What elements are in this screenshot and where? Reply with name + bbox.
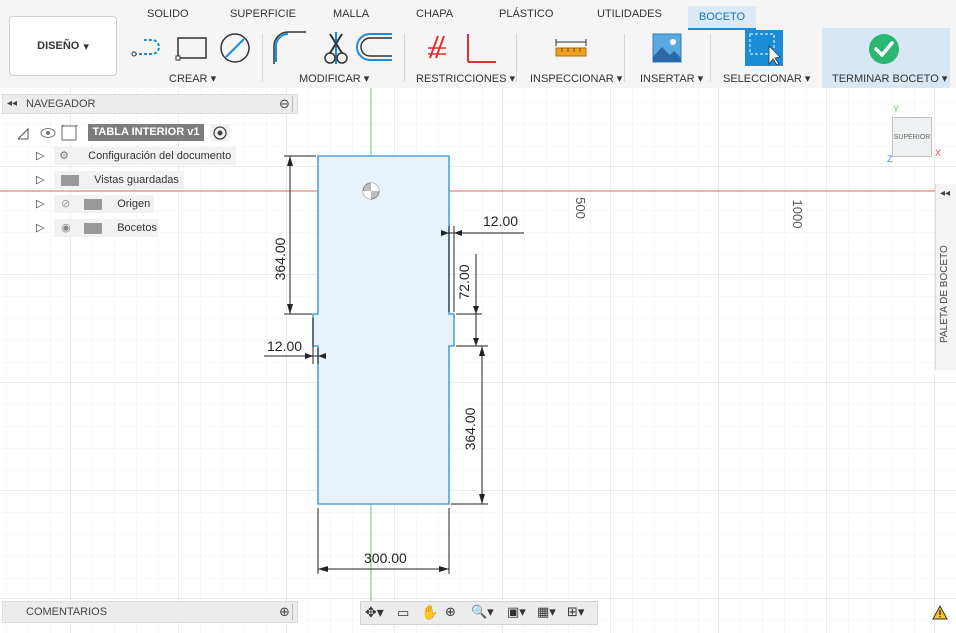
pan-hand-icon[interactable]: ✋: [421, 604, 438, 621]
perpendicular-constraint-icon[interactable]: [467, 34, 496, 63]
separator: [404, 34, 405, 82]
chevron-down-icon: ▾: [83, 40, 89, 53]
design-workspace-button[interactable]: DISEÑO ▾: [9, 16, 117, 76]
dimension-notch-height[interactable]: 72.00: [444, 264, 484, 299]
modify-tools: [273, 31, 392, 64]
group-inspeccionar[interactable]: INSPECCIONAR ▾: [530, 72, 622, 85]
group-modificar[interactable]: MODIFICAR ▾: [299, 72, 369, 85]
ruler-label-500: 500: [573, 197, 589, 219]
grid-settings-icon[interactable]: ▦▾: [537, 604, 556, 620]
viewports-icon[interactable]: ⊞▾: [567, 604, 584, 620]
origin-point-icon[interactable]: [362, 182, 380, 200]
fillet-icon[interactable]: [273, 31, 306, 64]
group-restricciones[interactable]: RESTRICCIONES ▾: [416, 72, 515, 85]
view-cube-z-axis: Z: [887, 154, 893, 164]
create-tools: [131, 33, 250, 63]
warning-icon[interactable]: [932, 605, 948, 620]
board-profile[interactable]: [312, 155, 455, 505]
tree-item-configuracion[interactable]: ▷ ⚙ Configuración del documento: [36, 149, 231, 162]
divider: [292, 96, 293, 112]
eye-icon: ◉: [61, 222, 71, 234]
tab-superficie[interactable]: SUPERFICIE: [230, 8, 296, 20]
tab-boceto[interactable]: BOCETO: [688, 6, 756, 30]
tree-item-bocetos[interactable]: ▷ ◉ Bocetos: [36, 221, 157, 234]
rectangle-icon[interactable]: [175, 37, 207, 61]
dimension-left-notch[interactable]: 12.00: [267, 338, 302, 354]
navigator-title: NAVEGADOR: [26, 98, 96, 110]
tree-root[interactable]: [16, 122, 88, 148]
sketch-geometry: [0, 88, 935, 608]
check-icon: [869, 34, 899, 64]
display-settings-icon[interactable]: ▣▾: [507, 604, 526, 620]
look-at-icon[interactable]: ▭: [397, 605, 409, 621]
circle-icon[interactable]: [220, 33, 250, 63]
eye-hidden-icon: ⊘: [61, 198, 71, 210]
group-crear[interactable]: CREAR ▾: [169, 72, 216, 85]
comments-title: COMENTARIOS: [26, 606, 108, 618]
dimension-width[interactable]: 300.00: [364, 550, 407, 566]
constraint-tools: [428, 34, 496, 63]
tree-item-vistas[interactable]: ▷ Vistas guardadas: [36, 173, 179, 186]
measure-ruler-icon[interactable]: [554, 38, 588, 58]
toolbar: DISEÑO ▾ SOLIDO SUPERFICIE MALLA CHAPA P…: [0, 0, 956, 89]
expand-arrow-icon: ▷: [36, 174, 45, 186]
orbit-icon[interactable]: ✥▾: [365, 604, 384, 621]
dimension-top-height[interactable]: 364.00: [255, 238, 305, 281]
comments-panel[interactable]: COMENTARIOS ⊕: [2, 601, 298, 623]
offset-icon[interactable]: [356, 33, 392, 61]
tab-solido[interactable]: SOLIDO: [147, 8, 189, 20]
ruler-label-1000: 1000: [790, 199, 806, 229]
navigation-toolbar: ✥▾ ▭ ✋ ⊕ 🔍▾ ▣▾ ▦▾ ⊞▾: [360, 601, 598, 625]
tab-plastico[interactable]: PLÁSTICO: [499, 8, 553, 20]
separator: [262, 34, 263, 82]
expand-arrow-icon: ▷: [36, 222, 45, 234]
expand-triangle-icon: [16, 127, 29, 140]
dimension-right-notch[interactable]: 12.00: [483, 213, 518, 229]
view-cube-x-axis: X: [935, 148, 942, 158]
separator: [516, 34, 517, 82]
tab-utilidades[interactable]: UTILIDADES: [597, 8, 662, 20]
folder-icon: [61, 174, 80, 186]
group-insertar[interactable]: INSERTAR ▾: [640, 72, 703, 85]
view-cube-y-axis: Y: [893, 104, 900, 114]
divider: [292, 604, 293, 620]
expand-panel-icon[interactable]: ◂◂: [940, 188, 950, 199]
tab-malla[interactable]: MALLA: [333, 8, 369, 20]
add-comment-icon[interactable]: ⊕: [279, 604, 290, 620]
expand-arrow-icon: ▷: [36, 150, 45, 162]
group-seleccionar[interactable]: SELECCIONAR ▾: [723, 72, 810, 85]
select-window-icon[interactable]: [745, 30, 783, 66]
zoom-icon[interactable]: ⊕: [445, 604, 456, 620]
folder-icon: [84, 222, 103, 234]
sketch-palette-panel[interactable]: ◂◂ PALETA DE BOCETO: [935, 184, 956, 370]
activate-radio-icon[interactable]: [209, 124, 231, 142]
eye-icon: [40, 128, 56, 138]
finish-sketch-label: TERMINAR BOCETO ▾: [832, 73, 948, 85]
collapse-left-icon[interactable]: ◂◂: [7, 98, 17, 109]
navigator-header[interactable]: ◂◂ NAVEGADOR ⊖: [2, 94, 298, 114]
sketch-palette-label: PALETA DE BOCETO: [939, 245, 950, 343]
dimension-bottom-height[interactable]: 364.00: [445, 408, 495, 451]
tree-item-origen[interactable]: ▷ ⊘ Origen: [36, 197, 150, 210]
separator: [624, 34, 625, 82]
insert-image-icon[interactable]: [652, 33, 682, 63]
root-component-label[interactable]: TABLA INTERIOR v1: [88, 124, 204, 141]
root-controls: [16, 122, 82, 141]
view-cube[interactable]: SUPERIOR: [892, 117, 932, 157]
expand-arrow-icon: ▷: [36, 198, 45, 210]
component-box-icon: [61, 122, 82, 141]
folder-icon: [84, 198, 103, 210]
line-icon[interactable]: [131, 39, 160, 57]
trim-scissors-icon[interactable]: [324, 32, 348, 64]
design-label: DISEÑO: [37, 40, 80, 52]
coincident-constraint-icon[interactable]: [428, 35, 446, 59]
zoom-window-icon[interactable]: 🔍▾: [471, 604, 494, 620]
separator: [710, 34, 711, 82]
gear-icon: ⚙: [59, 150, 69, 162]
minimize-icon[interactable]: ⊖: [279, 96, 290, 112]
finish-sketch-button[interactable]: TERMINAR BOCETO ▾: [822, 28, 950, 88]
tab-chapa[interactable]: CHAPA: [416, 8, 453, 20]
